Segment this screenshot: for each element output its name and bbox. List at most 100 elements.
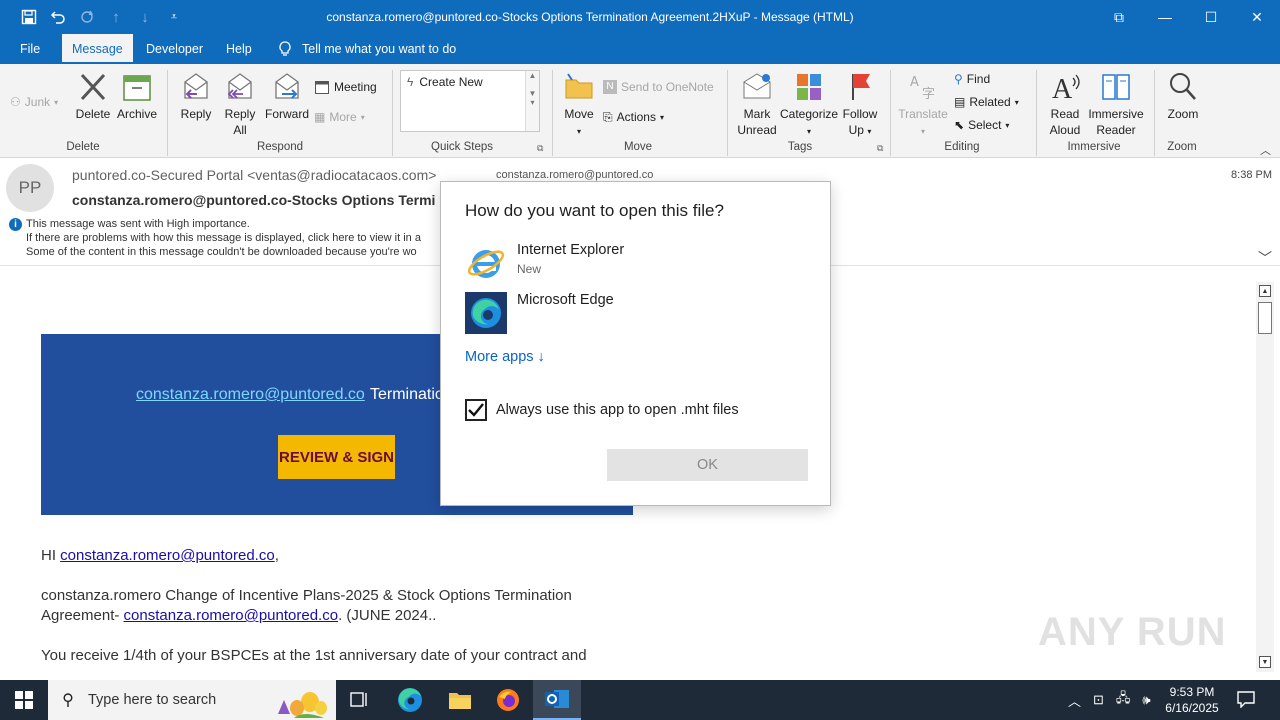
volume-icon[interactable]: 🕪 <box>1142 692 1150 708</box>
reply-button[interactable]: Reply <box>176 70 216 122</box>
zoom-button[interactable]: Zoom <box>1162 70 1204 122</box>
display-problem-notice[interactable]: If there are problems with how this mess… <box>26 232 421 244</box>
dialog-launcher-icon[interactable]: ⧉ <box>537 143 543 154</box>
search-placeholder: Type here to search <box>88 692 217 708</box>
group-separator <box>1036 70 1037 156</box>
send-to-onenote-button[interactable]: N Send to OneNote <box>603 77 714 97</box>
dialog-title: How do you want to open this file? <box>465 201 724 220</box>
read-aloud-button[interactable]: A Read Aloud <box>1042 70 1088 138</box>
more-respond-button[interactable]: ▦ More ▾ <box>314 107 365 127</box>
group-separator <box>392 70 393 156</box>
redo-icon[interactable] <box>76 6 98 28</box>
group-zoom-label: Zoom <box>1167 141 1197 153</box>
customize-toolbar-icon[interactable]: ⩡ <box>163 6 185 28</box>
group-editing-label: Editing <box>944 141 980 153</box>
svg-text:A: A <box>1052 74 1073 104</box>
select-button[interactable]: ⬉ Select ▾ <box>954 115 1009 135</box>
undo-icon[interactable] <box>47 6 69 28</box>
review-sign-button[interactable]: REVIEW & SIGN <box>278 435 395 479</box>
previous-item-icon[interactable]: ↑ <box>105 6 127 28</box>
tell-me-search[interactable]: Tell me what you want to do <box>278 34 456 64</box>
immersive-reader-button[interactable]: Immersive Reader <box>1088 70 1144 138</box>
group-separator <box>727 70 728 156</box>
dialog-launcher-icon[interactable]: ⧉ <box>877 143 883 154</box>
always-use-checkbox[interactable] <box>465 399 487 421</box>
taskbar-firefox-button[interactable] <box>484 680 532 720</box>
reply-all-icon <box>227 73 252 99</box>
recipient[interactable]: constanza.romero@puntored.co <box>496 169 653 181</box>
read-aloud-icon: A <box>1052 74 1080 104</box>
group-respond-label: Respond <box>256 141 304 153</box>
scrollbar-thumb[interactable] <box>1258 302 1272 334</box>
always-use-option[interactable]: Always use this app to open .mht files <box>465 399 739 421</box>
related-button[interactable]: ▤ Related ▾ <box>954 92 1019 112</box>
more-apps-link[interactable]: More apps ↓ <box>465 349 545 365</box>
chevron-down-icon: ▾ <box>920 127 925 136</box>
onedrive-status-icon[interactable]: ⊡ <box>1093 692 1104 708</box>
delete-button[interactable]: Delete <box>74 70 112 122</box>
app-name-microsoft-edge: Microsoft Edge <box>517 292 614 308</box>
save-icon[interactable] <box>18 6 40 28</box>
greeting-email-link[interactable]: constanza.romero@puntored.co <box>60 547 275 564</box>
app-option-internet-explorer[interactable]: Internet Explorer New <box>465 242 805 286</box>
taskbar-outlook-button[interactable] <box>533 680 581 720</box>
find-button[interactable]: ⚲ Find <box>954 69 990 89</box>
paragraph-1-line-1: constanza.romero Change of Incentive Pla… <box>41 587 572 604</box>
importance-notice: This message was sent with High importan… <box>26 218 250 230</box>
maximize-button[interactable]: ☐ <box>1188 0 1234 34</box>
open-with-dialog: How do you want to open this file? Inter… <box>440 181 831 506</box>
firefox-icon <box>497 689 519 711</box>
vertical-scrollbar[interactable]: ▲ ▼ <box>1256 282 1274 672</box>
quick-step-create-new[interactable]: ϟ Create New <box>407 75 483 89</box>
archive-button[interactable]: Archive <box>114 70 160 122</box>
actions-button[interactable]: ⎘ Actions ▾ <box>603 107 664 127</box>
received-time: 8:38 PM <box>1231 169 1272 181</box>
ok-button[interactable]: OK <box>607 449 808 481</box>
forward-button[interactable]: Forward <box>264 70 310 122</box>
lightbulb-icon <box>279 41 291 56</box>
categorize-button[interactable]: Categorize ▾ <box>780 70 838 140</box>
minimize-button[interactable]: — <box>1142 0 1188 34</box>
collapse-ribbon-icon[interactable]: ︿ <box>1260 142 1271 158</box>
tab-file[interactable]: File <box>10 34 50 64</box>
quick-steps-gallery[interactable]: ϟ Create New ▲ ▼ ▾ <box>400 70 540 132</box>
show-hidden-icons-icon[interactable]: ︿ <box>1068 691 1081 710</box>
reply-all-button[interactable]: Reply All <box>220 70 260 138</box>
scroll-up-arrow-icon[interactable]: ▲ <box>1259 285 1271 297</box>
chevron-down-icon[interactable]: ﹀ <box>1258 248 1272 268</box>
junk-button[interactable]: ⚇ Junk ▾ <box>10 92 58 112</box>
next-item-icon[interactable]: ↓ <box>134 6 156 28</box>
task-view-button[interactable] <box>336 680 384 720</box>
taskbar-file-explorer-button[interactable] <box>436 680 484 720</box>
scroll-down-arrow-icon[interactable]: ▼ <box>1259 656 1271 668</box>
lightning-icon: ϟ <box>407 75 414 89</box>
chevron-down-icon: ▾ <box>54 97 59 107</box>
download-blocked-notice[interactable]: Some of the content in this message coul… <box>26 246 417 258</box>
banner-email-link[interactable]: constanza.romero@puntored.co <box>136 386 365 404</box>
paragraph-email-link[interactable]: constanza.romero@puntored.co <box>124 607 339 624</box>
meeting-button[interactable]: Meeting <box>314 77 377 97</box>
network-icon[interactable]: 🖧 <box>1116 689 1131 711</box>
notification-center-icon[interactable] <box>1236 690 1256 709</box>
chevron-down-icon: ▾ <box>576 127 581 136</box>
translate-button[interactable]: A字 Translate ▾ <box>896 70 950 140</box>
taskbar: ⚲ Type here to search ︿ ⊡ 🖧 🕪 9:53 PM 6/… <box>0 680 1280 720</box>
tab-help[interactable]: Help <box>216 34 262 64</box>
taskbar-search-box[interactable]: ⚲ Type here to search <box>48 680 336 720</box>
mark-unread-button[interactable]: Mark Unread <box>734 70 780 138</box>
tab-message[interactable]: Message <box>62 34 133 64</box>
follow-up-button[interactable]: Follow Up ▾ <box>838 70 882 140</box>
quick-steps-scroll[interactable]: ▲ ▼ ▾ <box>525 71 539 131</box>
categorize-icon <box>797 74 821 100</box>
taskbar-edge-button[interactable] <box>386 680 434 720</box>
app-option-microsoft-edge[interactable]: Microsoft Edge <box>465 292 805 336</box>
reply-icon <box>184 73 208 99</box>
restore-ribbon-icon[interactable]: ⧉ <box>1096 0 1142 34</box>
info-icon: i <box>9 218 22 231</box>
tab-developer[interactable]: Developer <box>136 34 213 64</box>
close-button[interactable]: ✕ <box>1234 0 1280 34</box>
sender[interactable]: puntored.co-Secured Portal <ventas@radio… <box>72 167 436 183</box>
taskbar-clock[interactable]: 9:53 PM 6/16/2025 <box>1160 684 1224 716</box>
start-button[interactable] <box>0 680 48 720</box>
move-button[interactable]: Move ▾ <box>558 70 600 140</box>
